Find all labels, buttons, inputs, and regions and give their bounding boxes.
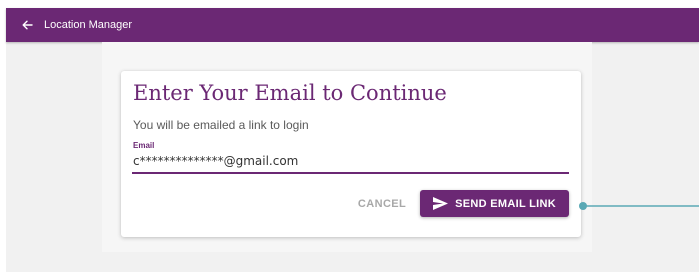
- annotation-connector: [579, 202, 699, 210]
- app-bar: Location Manager: [6, 8, 699, 42]
- send-email-link-button[interactable]: SEND EMAIL LINK: [420, 190, 569, 217]
- back-button[interactable]: [16, 14, 38, 36]
- arrow-left-icon: [22, 20, 33, 30]
- card-subtitle: You will be emailed a link to login: [133, 118, 309, 132]
- app-title: Location Manager: [44, 19, 133, 31]
- send-icon: [432, 196, 449, 211]
- card-actions: CANCEL SEND EMAIL LINK: [348, 190, 569, 217]
- card-title: Enter Your Email to Continue: [133, 81, 447, 105]
- send-email-link-label: SEND EMAIL LINK: [455, 197, 556, 210]
- email-label: Email: [133, 141, 155, 150]
- email-field[interactable]: [132, 150, 569, 174]
- cancel-button[interactable]: CANCEL: [348, 192, 416, 216]
- email-login-card: Enter Your Email to Continue You will be…: [121, 71, 581, 237]
